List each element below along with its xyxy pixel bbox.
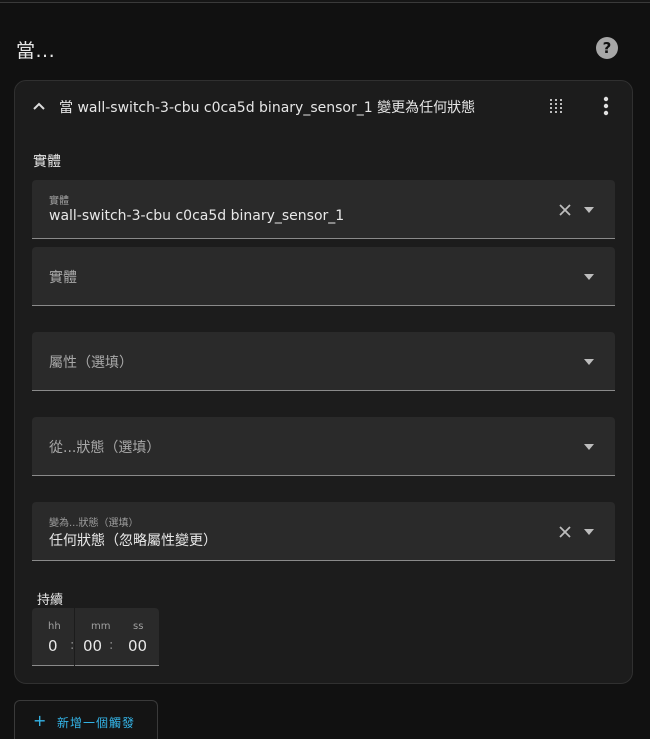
triggers-section-header: 當... ? — [16, 36, 634, 62]
entity-field-label: 實體 — [49, 196, 69, 207]
dropdown-arrow-icon[interactable] — [583, 273, 595, 281]
dropdown-arrow-icon[interactable] — [583, 528, 595, 536]
hours-input[interactable]: 0 — [48, 637, 58, 655]
dropdown-arrow-icon[interactable] — [583, 358, 595, 366]
add-trigger-button[interactable]: + 新增一個觸發 — [14, 700, 158, 739]
drag-handle-icon[interactable] — [549, 98, 563, 114]
minutes-unit-label: mm — [91, 621, 111, 632]
entity-field-value: wall-switch-3-cbu c0ca5d binary_sensor_1 — [49, 208, 345, 224]
chevron-up-icon[interactable] — [31, 98, 47, 114]
hours-unit-label: hh — [48, 621, 61, 632]
from-state-picker[interactable]: 從...狀態（選填） — [32, 417, 615, 476]
add-trigger-label: 新增一個觸發 — [57, 716, 136, 730]
to-state-value: 任何狀態（忽略屬性變更） — [49, 533, 217, 549]
overflow-menu-icon[interactable] — [597, 95, 615, 117]
entity-add-placeholder: 實體 — [49, 270, 77, 286]
trigger-title: 當 wall-switch-3-cbu c0ca5d binary_sensor… — [59, 100, 476, 116]
duration-colon: : — [70, 638, 75, 653]
from-state-placeholder: 從...狀態（選填） — [49, 440, 161, 456]
entity-picker[interactable]: 實體 wall-switch-3-cbu c0ca5d binary_senso… — [32, 180, 615, 239]
to-state-picker[interactable]: 變為...狀態（選填） 任何狀態（忽略屬性變更） — [32, 502, 615, 561]
duration-input: hh 0 : mm 00 : ss 00 — [32, 608, 159, 666]
entity-add-picker[interactable]: 實體 — [32, 247, 615, 306]
entity-subheading: 實體 — [33, 154, 61, 170]
clear-icon[interactable] — [558, 525, 572, 539]
section-title: 當... — [16, 40, 56, 62]
seconds-unit-label: ss — [133, 621, 144, 632]
clear-icon[interactable] — [558, 203, 572, 217]
dropdown-arrow-icon[interactable] — [583, 206, 595, 214]
trigger-card: 當 wall-switch-3-cbu c0ca5d binary_sensor… — [14, 80, 633, 684]
duration-colon: : — [109, 638, 114, 653]
trigger-card-header[interactable]: 當 wall-switch-3-cbu c0ca5d binary_sensor… — [15, 81, 632, 133]
attribute-picker[interactable]: 屬性（選填） — [32, 332, 615, 391]
duration-divider — [74, 608, 75, 666]
top-divider — [0, 0, 650, 3]
plus-icon: + — [33, 711, 47, 730]
dropdown-arrow-icon[interactable] — [583, 443, 595, 451]
attribute-placeholder: 屬性（選填） — [49, 355, 133, 371]
help-icon[interactable]: ? — [596, 37, 618, 59]
minutes-input[interactable]: 00 — [83, 637, 102, 655]
duration-label: 持續 — [37, 593, 64, 608]
seconds-input[interactable]: 00 — [128, 637, 147, 655]
to-state-label: 變為...狀態（選填） — [49, 518, 139, 529]
